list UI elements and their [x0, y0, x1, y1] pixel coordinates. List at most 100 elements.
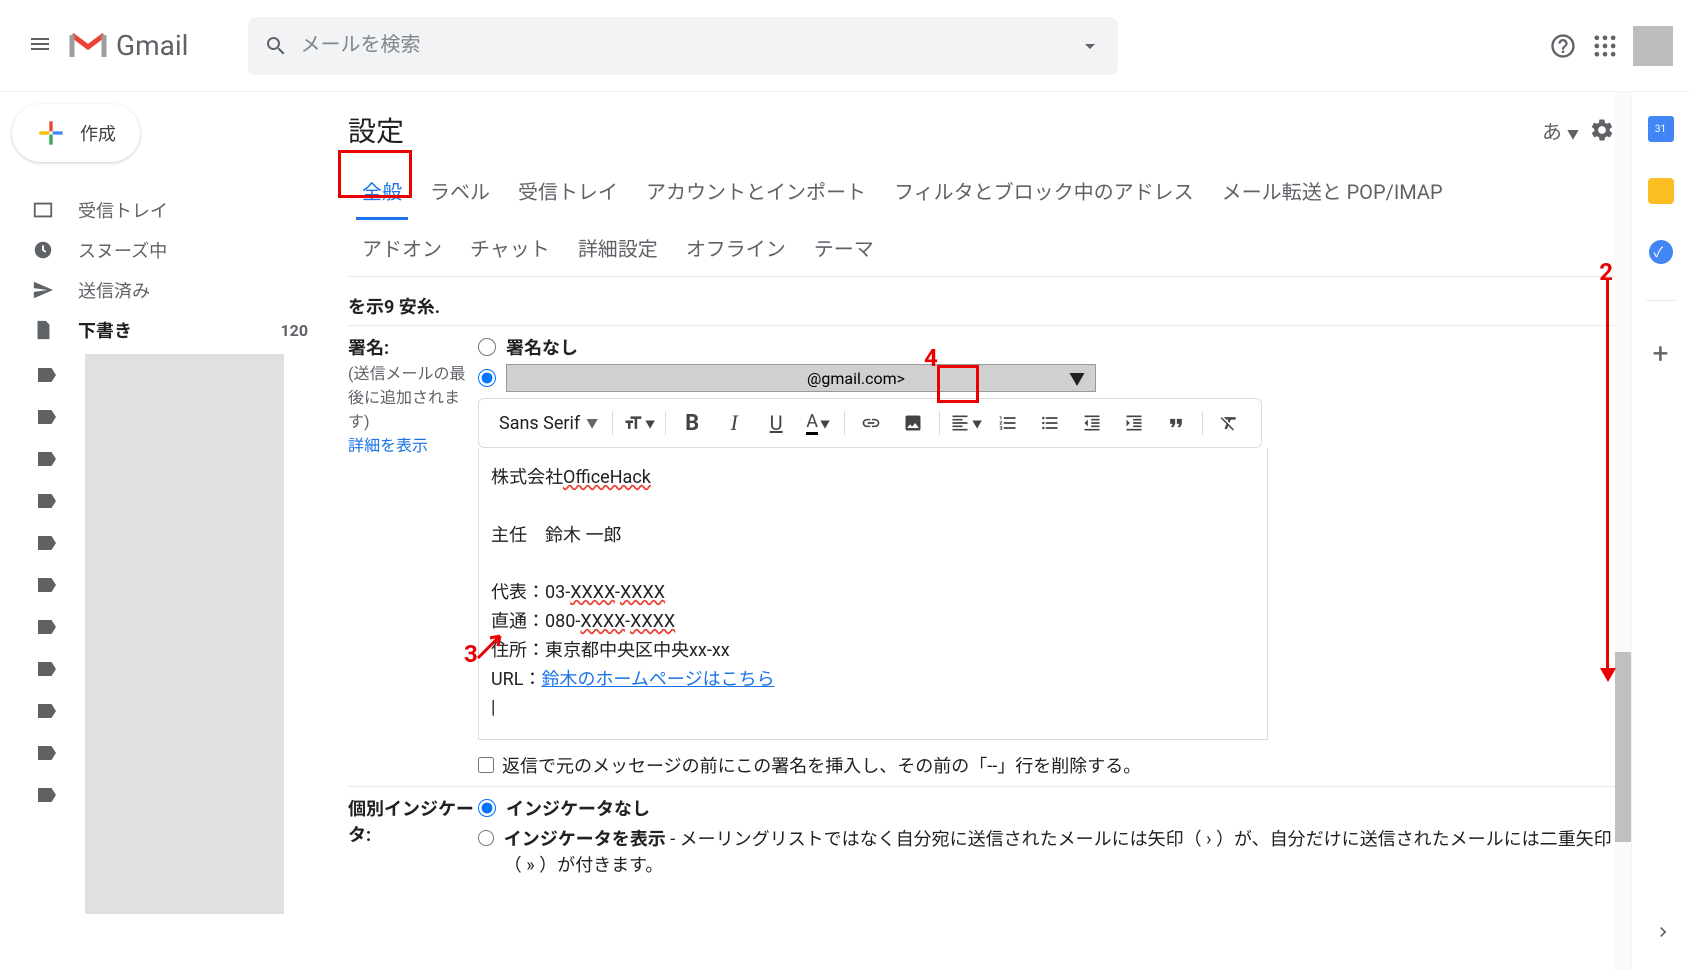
link-button[interactable] [851, 407, 891, 439]
settings-tabs: 全般 ラベル 受信トレイ アカウントとインポート フィルタとブロック中のアドレス… [348, 162, 1615, 277]
label-tag-icon [38, 704, 56, 718]
label-tag-icon [38, 410, 56, 424]
calendar-addon-icon[interactable]: 31 [1648, 116, 1674, 142]
account-avatar[interactable] [1633, 26, 1673, 66]
label-tag-icon [38, 620, 56, 634]
tab-addons[interactable]: アドオン [348, 219, 456, 276]
app-header: Gmail [0, 0, 1689, 92]
numbered-list-button[interactable] [988, 407, 1028, 439]
font-family-select[interactable]: Sans Serif ▼ [491, 413, 606, 434]
tab-themes[interactable]: テーマ [800, 219, 888, 276]
compose-button[interactable]: 作成 [12, 104, 140, 162]
hamburger-icon [28, 32, 52, 56]
get-addons-button[interactable]: + [1653, 337, 1669, 370]
tab-labels[interactable]: ラベル [416, 162, 504, 219]
sidebar-label-item[interactable] [0, 564, 104, 606]
sidebar-label-item[interactable] [0, 648, 104, 690]
help-icon[interactable] [1549, 32, 1577, 60]
signature-section: 署名: (送信メールの最後に追加されます) 詳細を表示 署名なし @gmail. [348, 325, 1615, 786]
align-button[interactable]: ▼ [946, 407, 986, 439]
indicator-section: 個別インジケータ: インジケータなし インジケータを表示 - メーリングリストで… [348, 786, 1615, 889]
section-label: 個別インジケータ: [348, 795, 478, 881]
gear-icon[interactable] [1589, 117, 1615, 143]
signature-none-label: 署名なし [506, 334, 578, 360]
signature-account-select[interactable]: @gmail.com> ▼ [506, 364, 1096, 392]
sidebar-label-item[interactable] [0, 396, 104, 438]
label-tag-icon [38, 536, 56, 550]
compose-label: 作成 [80, 120, 116, 146]
sidebar-item-drafts[interactable]: 下書き 120 [0, 310, 332, 350]
label-tag-icon [38, 578, 56, 592]
sidebar-label-item[interactable] [0, 732, 104, 774]
label-tag-icon [38, 788, 56, 802]
indicator-show-radio[interactable] [478, 829, 494, 847]
tasks-addon-icon[interactable] [1649, 240, 1673, 264]
insert-image-button[interactable] [893, 407, 933, 439]
font-size-button[interactable]: ▼ [619, 407, 659, 439]
sidebar-item-inbox[interactable]: 受信トレイ [0, 190, 332, 230]
tab-inbox[interactable]: 受信トレイ [504, 162, 632, 219]
signature-editor[interactable]: 株式会社OfficeHack 主任 鈴木 一郎 代表：03-XXXX-XXXX … [478, 448, 1268, 740]
editor-cursor: | [491, 697, 495, 718]
remove-format-button[interactable] [1209, 407, 1249, 439]
annotation-1: 1 [332, 142, 336, 170]
quote-button[interactable] [1156, 407, 1196, 439]
tab-offline[interactable]: オフライン [672, 219, 800, 276]
bullet-list-button[interactable] [1030, 407, 1070, 439]
inbox-icon [32, 199, 54, 221]
sidebar-item-sent[interactable]: 送信済み [0, 270, 332, 310]
signature-url-link[interactable]: 鈴木のホームページはこちら [541, 669, 774, 690]
input-method-button[interactable]: あ ▼ [1542, 116, 1579, 145]
search-options-icon[interactable] [1078, 34, 1102, 58]
tab-accounts[interactable]: アカウントとインポート [632, 162, 880, 219]
settings-content[interactable]: を示9 安糸. 署名: (送信メールの最後に追加されます) 詳細を表示 署名なし [348, 277, 1615, 970]
signature-custom-radio[interactable] [478, 369, 496, 387]
sidebar-label-item[interactable] [0, 774, 104, 816]
label-tag-icon [38, 746, 56, 760]
sidebar: 作成 受信トレイ スヌーズ中 送信済み 下書き 120 [0, 92, 332, 970]
learn-more-link[interactable]: 詳細を表示 [348, 436, 428, 455]
chevron-right-icon [1653, 922, 1673, 942]
sidebar-label-item[interactable] [0, 480, 104, 522]
apps-grid-icon[interactable] [1591, 32, 1619, 60]
label-tag-icon [38, 494, 56, 508]
clock-icon [32, 239, 54, 261]
page-title: 設定 [348, 110, 404, 150]
sidebar-item-snoozed[interactable]: スヌーズ中 [0, 230, 332, 270]
gmail-logo[interactable]: Gmail [68, 29, 188, 62]
main-menu-button[interactable] [16, 20, 64, 72]
keep-addon-icon[interactable] [1648, 178, 1674, 204]
truncated-section-heading: を示9 安糸. [348, 287, 1615, 325]
italic-button[interactable]: I [714, 407, 754, 439]
bold-button[interactable]: B [672, 407, 712, 439]
section-label: 署名: (送信メールの最後に追加されます) 詳細を表示 [348, 334, 478, 778]
search-icon [264, 34, 288, 58]
text-color-button[interactable]: A ▼ [798, 407, 838, 439]
sidebar-label-item[interactable] [0, 438, 104, 480]
gmail-text: Gmail [116, 29, 188, 62]
signature-reply-checkbox[interactable] [478, 757, 494, 773]
tab-advanced[interactable]: 詳細設定 [564, 219, 672, 276]
search-input[interactable] [300, 34, 1078, 57]
tab-general[interactable]: 全般 [348, 162, 416, 219]
indent-more-button[interactable] [1114, 407, 1154, 439]
scrollbar-thumb[interactable] [1615, 652, 1631, 842]
signature-none-radio[interactable] [478, 338, 496, 356]
tab-chat[interactable]: チャット [456, 219, 564, 276]
tab-forwarding[interactable]: メール転送と POP/IMAP [1208, 162, 1457, 219]
underline-button[interactable]: U [756, 407, 796, 439]
sidebar-label-item[interactable] [0, 606, 104, 648]
search-bar[interactable] [248, 17, 1118, 75]
sidebar-label-item[interactable] [0, 522, 104, 564]
compose-plus-icon [36, 118, 66, 148]
sidebar-label-item[interactable] [0, 354, 104, 396]
side-panel: 31 + [1631, 92, 1689, 970]
annotation-arrow-2 [1606, 280, 1609, 670]
tab-filters[interactable]: フィルタとブロック中のアドレス [880, 162, 1208, 219]
settings-main: 設定 あ ▼ 全般 ラベル 受信トレイ アカウントとインポート フィルタとブロッ… [332, 92, 1631, 970]
sidebar-label-item[interactable] [0, 690, 104, 732]
indent-less-button[interactable] [1072, 407, 1112, 439]
hide-side-panel-button[interactable] [1645, 914, 1681, 950]
scrollbar-track[interactable] [1615, 92, 1631, 970]
indicator-none-radio[interactable] [478, 799, 496, 817]
